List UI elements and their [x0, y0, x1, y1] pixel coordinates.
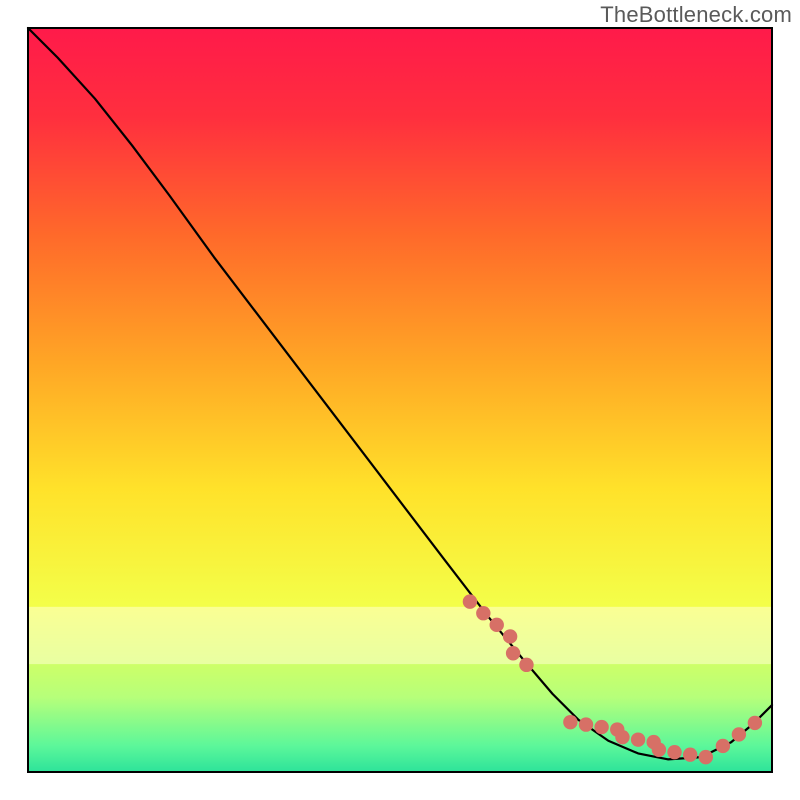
data-point-dot [476, 606, 490, 620]
data-point-dot [683, 747, 697, 761]
data-point-dot [699, 750, 713, 764]
data-point-dot [506, 646, 520, 660]
plot-svg [0, 0, 800, 800]
data-point-dot [463, 594, 477, 608]
data-point-dot [503, 629, 517, 643]
highlight-band [28, 607, 772, 664]
data-point-dot [716, 739, 730, 753]
data-point-dot [667, 745, 681, 759]
data-point-dot [490, 618, 504, 632]
data-point-dot [594, 720, 608, 734]
data-point-dot [732, 727, 746, 741]
data-point-dot [563, 715, 577, 729]
data-point-dot [615, 730, 629, 744]
data-point-dot [519, 658, 533, 672]
chart-stage: TheBottleneck.com [0, 0, 800, 800]
data-point-dot [748, 716, 762, 730]
data-point-dot [579, 717, 593, 731]
data-point-dot [631, 732, 645, 746]
data-point-dot [652, 743, 666, 757]
